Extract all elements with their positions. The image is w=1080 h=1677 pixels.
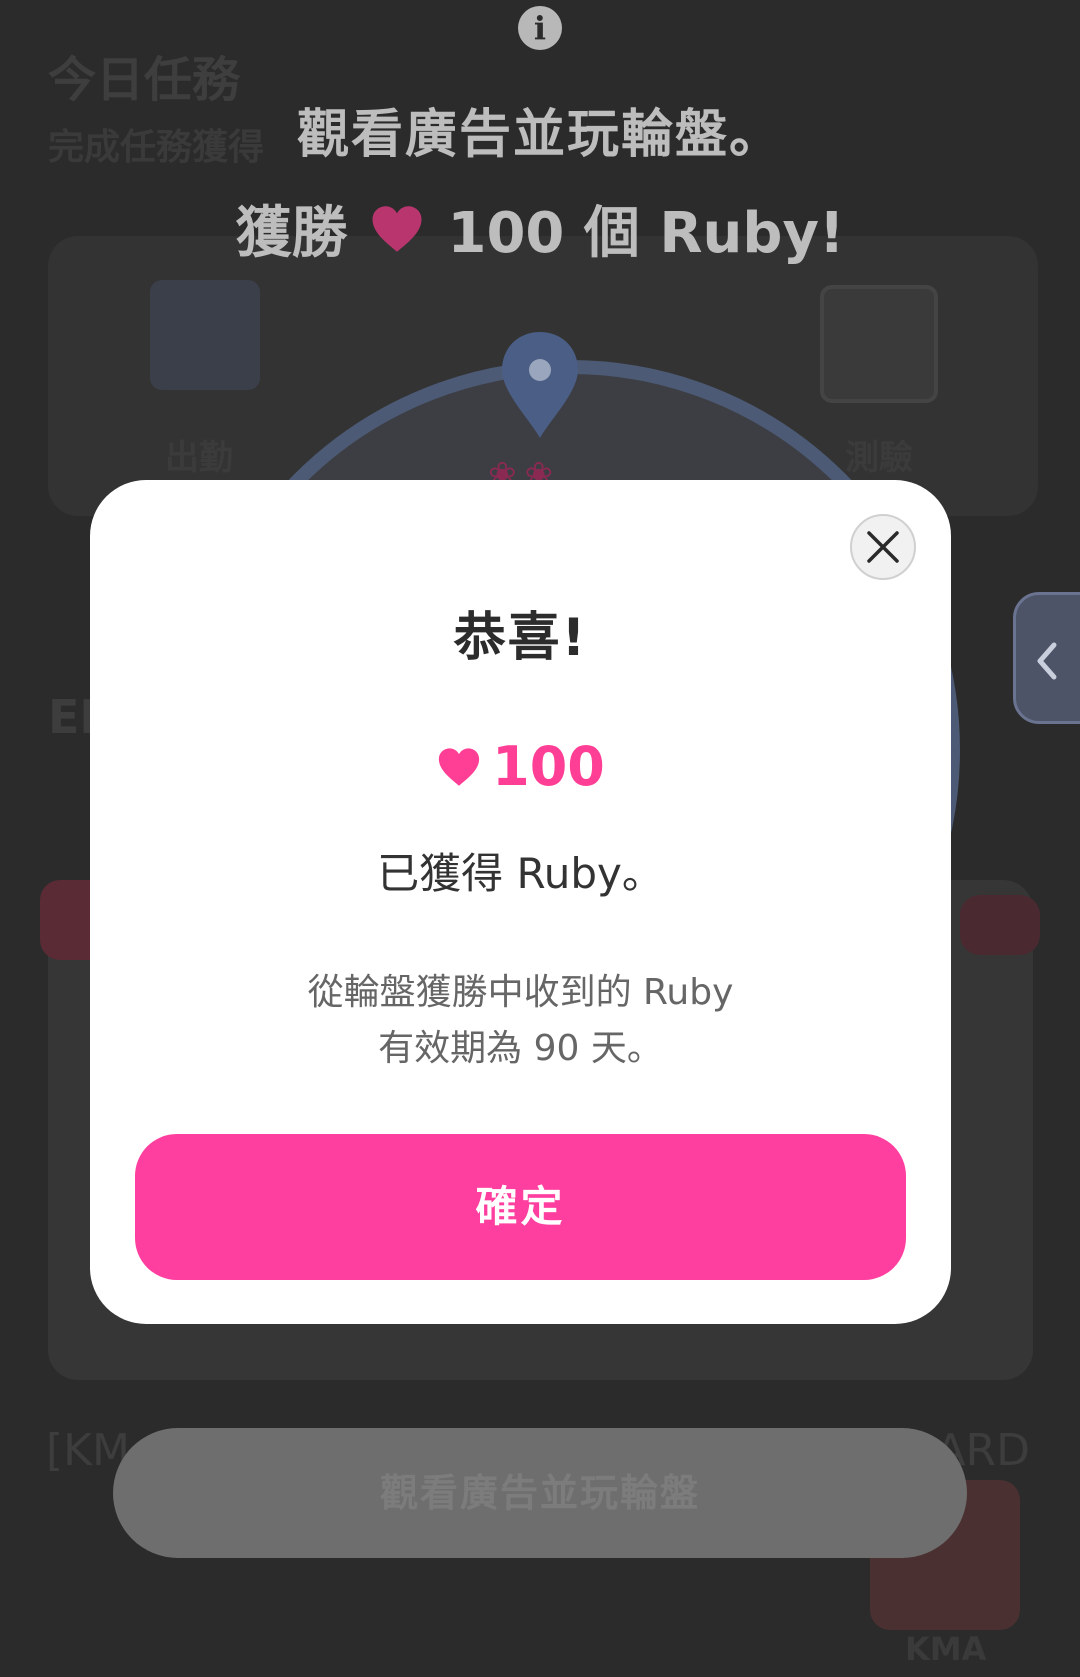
bg-event-tag-right [960,895,1040,955]
promo-suffix: 100 個 Ruby! [447,201,845,266]
bg-card-left-label: 出勤 [165,438,233,478]
bg-quiz-icon [820,285,938,403]
dialog-title: 恭喜! [453,608,588,668]
expiry-note-line-1: 從輪盤獲勝中收到的 Ruby [307,972,734,1013]
heart-icon [372,205,422,252]
obtained-message: 已獲得 Ruby。 [377,849,664,898]
bg-calendar-icon [150,280,260,390]
reward-dialog: 恭喜! 100 已獲得 Ruby。 從輪盤獲勝中收到的 Ruby 有效期為 90… [90,480,951,1324]
expiry-note-line-2: 有效期為 90 天。 [378,1028,663,1069]
promo-line-1: 觀看廣告並玩輪盤。 [296,105,783,165]
watch-ad-play-roulette-button[interactable]: 觀看廣告並玩輪盤 [113,1428,967,1558]
chevron-left-icon [1037,642,1057,680]
bg-card-right-label: 測驗 [845,438,913,478]
promo-line-2: 獲勝 100 個 Ruby! [0,188,1080,269]
reward-amount: 100 [492,735,605,798]
reward-amount-row: 100 [90,735,951,798]
bg-thumb-label: KMA [905,1630,987,1668]
heart-icon [439,747,480,786]
expiry-note: 從輪盤獲勝中收到的 Ruby 有效期為 90 天。 [90,965,951,1077]
wheel-pointer-icon [502,332,578,438]
promo-prefix: 獲勝 [235,201,348,266]
info-icon[interactable]: i [518,6,562,50]
close-button[interactable] [850,514,916,580]
close-icon [867,531,899,563]
side-drawer-tab[interactable] [1013,592,1080,724]
confirm-button[interactable]: 確定 [135,1134,906,1280]
